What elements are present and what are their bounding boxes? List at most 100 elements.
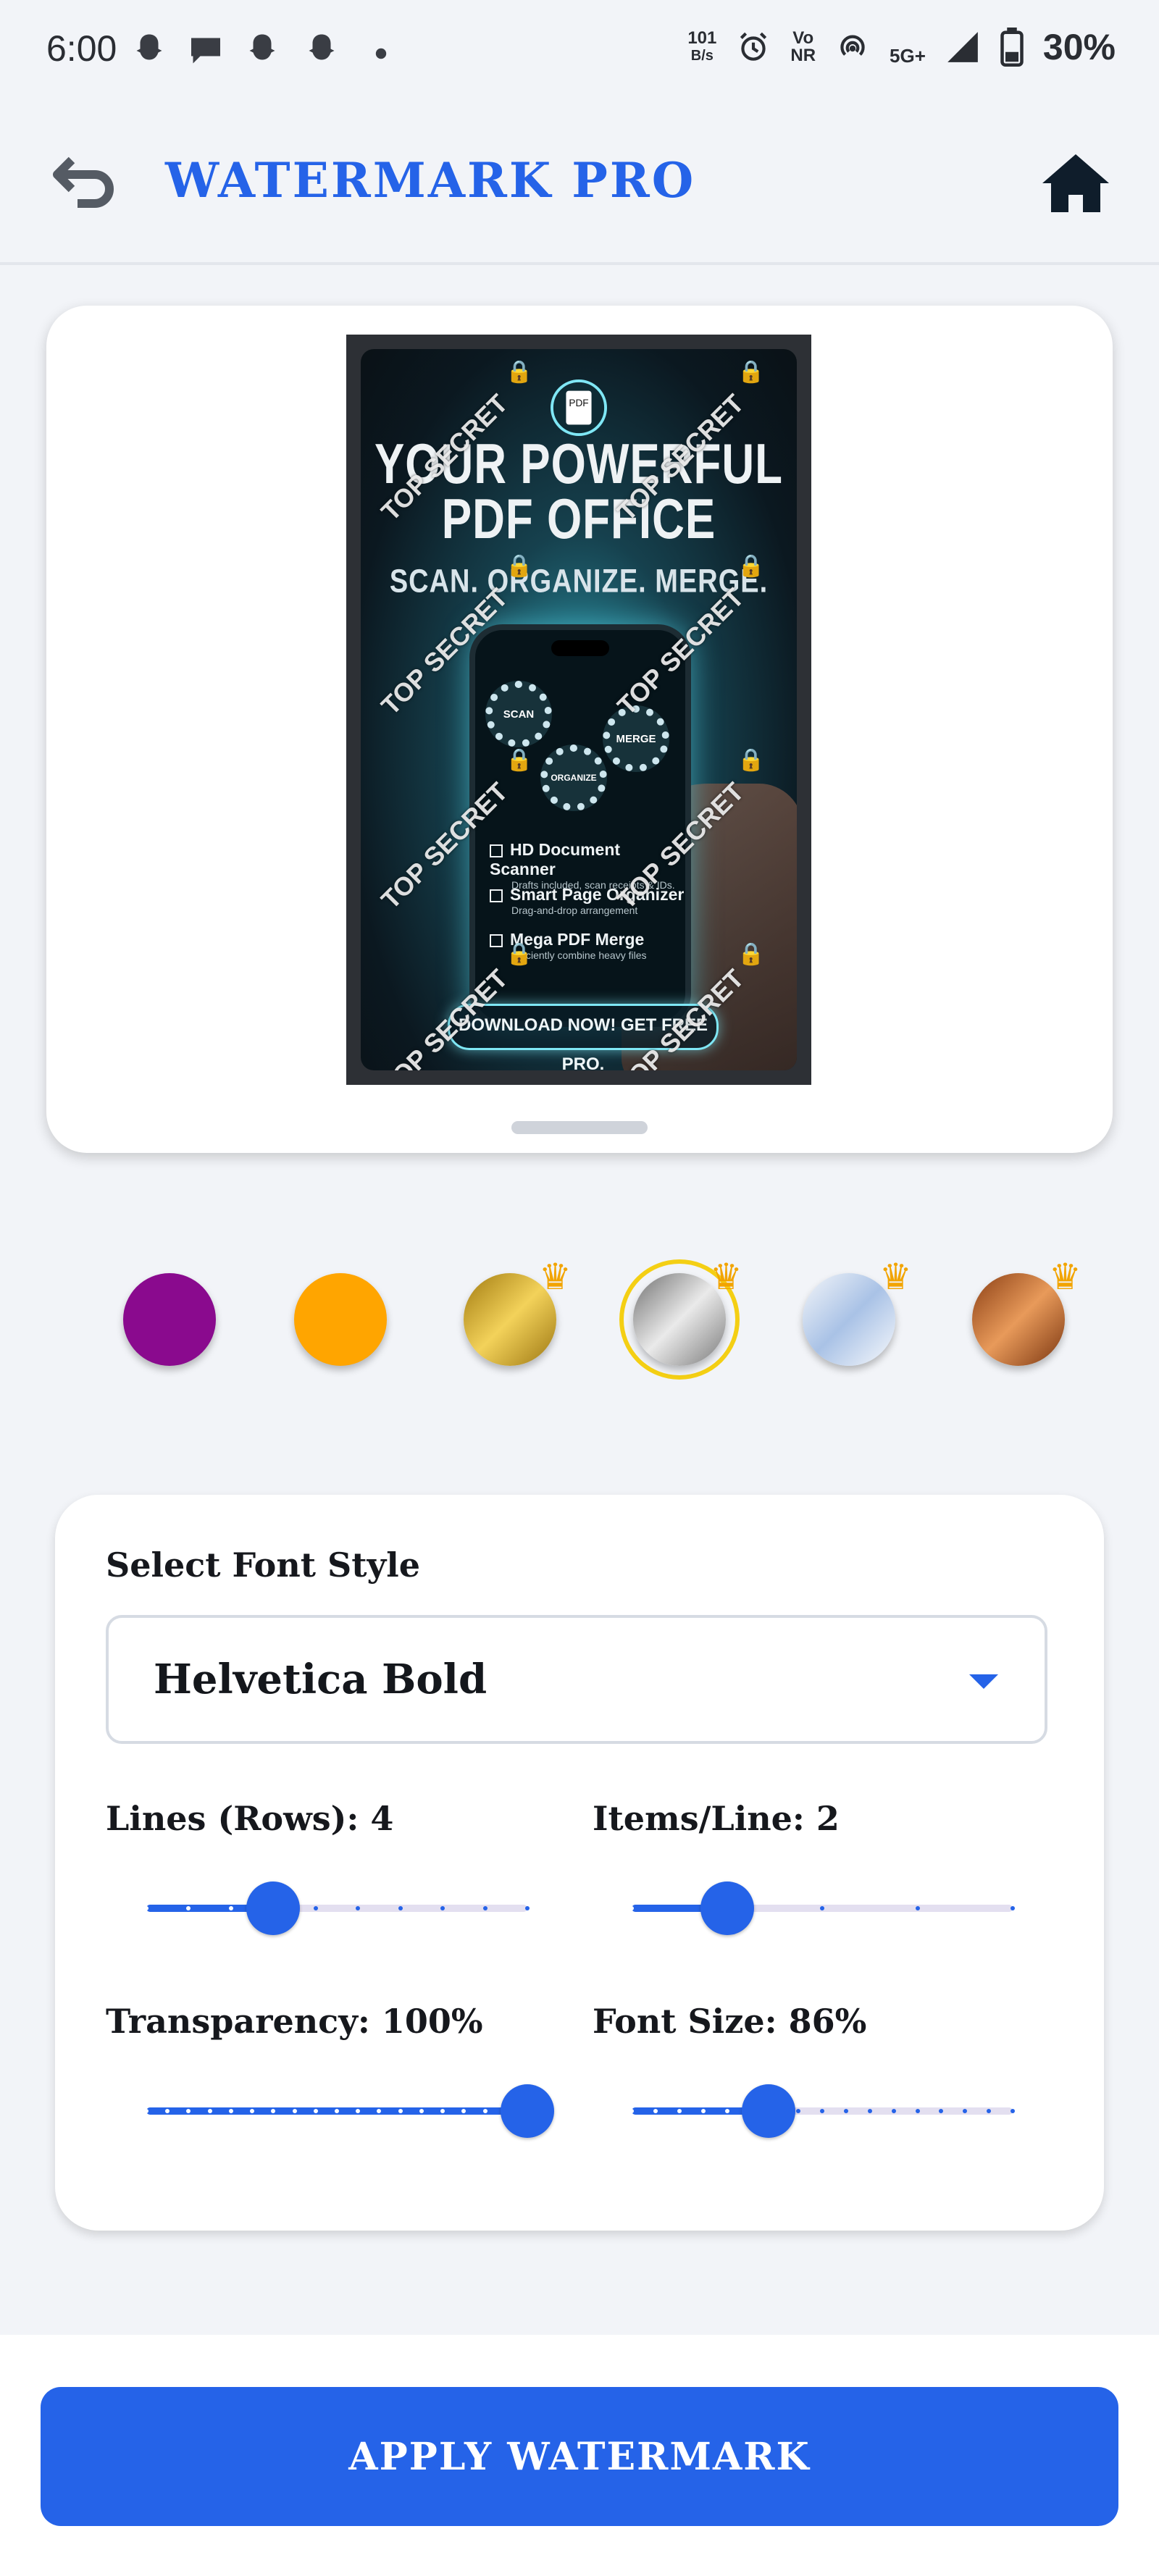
lock-icon: 🔒 [737,747,765,773]
checkbox-icon [490,844,503,857]
chat-icon [191,38,220,64]
battery-percent: 30% [1042,27,1116,67]
slider-tick [867,2109,872,2113]
lock-icon: 🔒 [737,941,765,967]
slider-tick [820,2109,824,2113]
slider-tick [1011,1906,1015,1910]
slider-tick [398,1906,403,1910]
network-type: 5G+ [890,44,926,67]
volte-bottom: NR [790,46,816,65]
swatch-orange[interactable] [294,1273,387,1366]
feature-sub: Drag-and-drop arrangement [511,905,638,916]
slider-thumb[interactable] [246,1881,301,1935]
slider-tick [915,1906,920,1910]
font-style-value: Helvetica Bold [154,1656,488,1703]
page-title: WATERMARK PRO [165,152,696,209]
lock-icon: 🔒 [506,747,533,773]
more-notifications-icon [375,48,387,59]
lock-icon: 🔒 [737,359,765,385]
lock-icon: 🔒 [506,359,533,385]
hotspot-icon [840,35,865,56]
checkbox-icon [490,934,503,947]
slider-thumb[interactable] [501,2084,554,2138]
home-icon [1042,154,1109,212]
slider-tick [677,2109,682,2113]
slider-tick [228,1906,233,1910]
lock-icon: 🔒 [506,941,533,967]
slider-tick [398,2109,403,2113]
crown-icon: ♛ [1049,1256,1081,1298]
font-size-slider[interactable] [629,2084,1015,2138]
alarm-icon [740,32,767,61]
slider-tick [419,2109,424,2113]
slider-tick [1011,2109,1015,2113]
status-bar: 6:00 101 B/s Vo NR 5G+ 30% [0,0,1159,101]
crown-icon: ♛ [879,1256,912,1298]
dropdown-arrow-icon [969,1674,998,1689]
slider-tick [313,2109,318,2113]
slider-tick [891,2109,896,2113]
status-right-group: 101 B/s Vo NR 5G+ 30% [687,26,1116,68]
slider-tick [144,1906,148,1910]
pdf-badge-text: PDF [569,398,588,408]
swatch-purple[interactable] [123,1273,216,1366]
slider-tick [629,1906,634,1910]
phone-notch [551,640,609,656]
gear-organize: ORGANIZE [540,744,607,811]
gear-scan: SCAN [485,681,552,747]
slider-tick [700,2109,706,2113]
slider-tick [843,2109,848,2113]
snapchat-icon [249,34,275,60]
watermark-preview-image[interactable]: PDF YOUR POWERFUL PDF OFFICE SCAN. ORGAN… [346,335,811,1085]
slider-tick [653,2109,658,2113]
items-per-line-slider[interactable] [629,1881,1015,1935]
drag-handle[interactable] [511,1121,648,1134]
status-time: 6:00 [46,28,117,69]
slider-tick [915,2109,920,2113]
home-button[interactable] [1036,143,1116,223]
snapchat-icon [309,34,335,60]
slider-tick [144,2109,148,2113]
crown-icon: ♛ [539,1256,572,1298]
lock-icon: 🔒 [737,553,765,579]
crown-icon: ♛ [710,1256,742,1298]
volte-indicator: Vo NR [790,30,816,64]
transparency-label: Transparency: 100% [106,2002,483,2041]
app-bar: WATERMARK PRO [0,101,1159,265]
slider-tick [228,2109,233,2113]
slider-tick [482,2109,488,2113]
slider-tick [820,1906,824,1910]
slider-tick [335,2109,339,2113]
back-button[interactable] [45,143,125,223]
poster: PDF YOUR POWERFUL PDF OFFICE SCAN. ORGAN… [361,349,797,1070]
checkbox-icon [490,889,503,902]
lines-label: Lines (Rows): 4 [106,1799,394,1838]
pdf-badge-icon: PDF [551,379,607,436]
color-swatch-row: ♛ ♛ ♛ ♛ [0,1256,1159,1380]
preview-card: PDF YOUR POWERFUL PDF OFFICE SCAN. ORGAN… [46,306,1113,1153]
slider-tick [207,2109,212,2113]
slider-tick [292,2109,297,2113]
font-style-label: Select Font Style [106,1545,420,1585]
font-size-label: Font Size: 86% [593,2002,867,2041]
back-arrow-icon [53,156,114,208]
transparency-slider[interactable] [144,2084,554,2138]
items-per-line-label: Items/Line: 2 [593,1799,840,1838]
slider-thumb[interactable] [700,1881,754,1935]
slider-tick [482,1906,488,1910]
settings-card: Select Font Style Helvetica Bold Lines (… [55,1495,1104,2231]
slider-tick [313,1906,318,1910]
feature-title: HD Document Scanner [490,840,621,878]
font-style-dropdown[interactable]: Helvetica Bold [106,1615,1047,1744]
bottom-action-bar: APPLY WATERMARK [0,2335,1159,2576]
net-speed: 101 B/s [687,30,716,64]
snapchat-icon [136,34,162,60]
slider-thumb[interactable] [742,2084,796,2138]
lines-slider[interactable] [144,1881,530,1935]
lock-icon: 🔒 [506,553,533,579]
slider-tick [525,1906,530,1910]
apply-watermark-button[interactable]: APPLY WATERMARK [41,2387,1118,2526]
net-speed-unit: B/s [690,48,714,64]
battery-icon [1000,28,1024,67]
slider-tick [724,2109,729,2113]
